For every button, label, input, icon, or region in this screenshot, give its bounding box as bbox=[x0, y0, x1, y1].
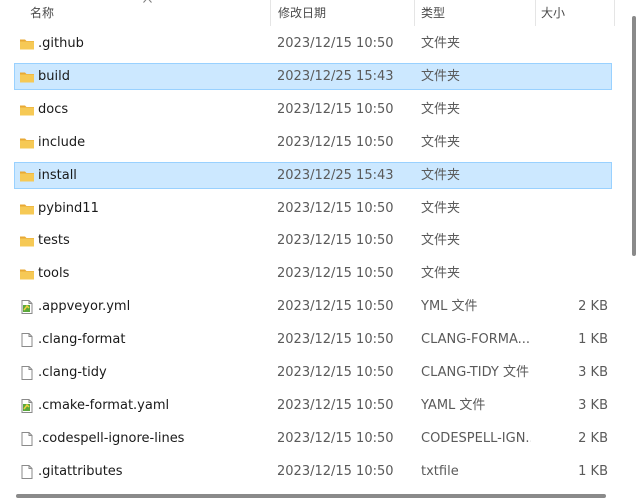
file-row-dot-github[interactable]: .github 2023/12/15 10:50 文件夹 bbox=[14, 30, 612, 57]
column-header-type[interactable]: 类型 bbox=[421, 0, 531, 26]
file-size: 3 KB bbox=[578, 397, 608, 413]
folder-icon bbox=[19, 233, 35, 249]
file-row-build[interactable]: build 2023/12/25 15:43 文件夹 bbox=[14, 62, 612, 90]
file-size: 1 KB bbox=[578, 463, 608, 479]
file-type: 文件夹 bbox=[421, 266, 461, 282]
file-name: .codespell-ignore-lines bbox=[38, 430, 185, 446]
file-size bbox=[535, 261, 608, 286]
file-size: 3 KB bbox=[578, 365, 608, 380]
folder-icon bbox=[19, 168, 35, 184]
file-size: 2 KB bbox=[578, 299, 608, 315]
column-divider[interactable] bbox=[614, 0, 615, 26]
file-type: 文件夹 bbox=[421, 36, 461, 51]
column-header-bar: 名称 修改日期 类型 大小 bbox=[0, 0, 628, 26]
file-type: 文件夹 bbox=[421, 134, 461, 150]
column-header-date[interactable]: 修改日期 bbox=[278, 0, 408, 26]
file-row-docs[interactable]: docs 2023/12/15 10:50 文件夹 bbox=[14, 96, 612, 123]
vertical-scrollbar-thumb[interactable] bbox=[632, 16, 636, 256]
file-size bbox=[535, 64, 608, 89]
column-divider[interactable] bbox=[414, 0, 415, 26]
folder-icon bbox=[19, 135, 35, 151]
file-name: install bbox=[38, 167, 77, 183]
file-modified-date: 2023/12/15 10:50 bbox=[277, 463, 394, 479]
file-type: YML 文件 bbox=[421, 299, 478, 315]
file-type: CODESPELL-IGN... bbox=[421, 430, 531, 446]
file-type: CLANG-TIDY 文件 bbox=[421, 365, 529, 380]
file-modified-date: 2023/12/15 10:50 bbox=[277, 266, 394, 282]
file-name: docs bbox=[38, 101, 69, 117]
file-icon bbox=[19, 431, 35, 447]
file-modified-date: 2023/12/15 10:50 bbox=[277, 101, 394, 117]
column-divider[interactable] bbox=[535, 0, 536, 26]
file-type: 文件夹 bbox=[421, 200, 461, 216]
file-row-tools[interactable]: tools 2023/12/15 10:50 文件夹 bbox=[14, 260, 612, 287]
file-name: .clang-format bbox=[38, 332, 126, 348]
file-name: .gitattributes bbox=[38, 463, 123, 479]
folder-icon bbox=[19, 36, 35, 52]
file-modified-date: 2023/12/25 15:43 bbox=[277, 167, 394, 183]
file-row-dot-gitattributes[interactable]: .gitattributes 2023/12/15 10:50 txtfile … bbox=[14, 458, 612, 485]
file-row-dot-clang-format[interactable]: .clang-format 2023/12/15 10:50 CLANG-FOR… bbox=[14, 326, 612, 353]
file-size bbox=[535, 97, 608, 122]
file-icon bbox=[19, 464, 35, 480]
file-modified-date: 2023/12/15 10:50 bbox=[277, 365, 394, 380]
file-size: 1 KB bbox=[578, 332, 608, 348]
file-name: tools bbox=[38, 266, 70, 282]
file-modified-date: 2023/12/15 10:50 bbox=[277, 134, 394, 150]
file-type: 文件夹 bbox=[421, 101, 461, 117]
file-row-dot-codespell-ignore-lines[interactable]: .codespell-ignore-lines 2023/12/15 10:50… bbox=[14, 425, 612, 452]
file-modified-date: 2023/12/25 15:43 bbox=[277, 68, 394, 84]
column-divider[interactable] bbox=[270, 0, 271, 26]
file-type: txtfile bbox=[421, 463, 459, 479]
file-type: YAML 文件 bbox=[421, 397, 486, 413]
folder-icon bbox=[19, 201, 35, 217]
file-name: .clang-tidy bbox=[38, 365, 107, 380]
yaml-file-icon bbox=[19, 299, 35, 315]
file-size bbox=[535, 130, 608, 155]
file-modified-date: 2023/12/15 10:50 bbox=[277, 430, 394, 446]
file-name: .appveyor.yml bbox=[38, 299, 131, 315]
file-row-dot-cmake-format.yaml[interactable]: .cmake-format.yaml 2023/12/15 10:50 YAML… bbox=[14, 392, 612, 419]
file-size bbox=[535, 31, 608, 56]
file-name: .cmake-format.yaml bbox=[38, 397, 170, 413]
vertical-scrollbar[interactable] bbox=[628, 0, 642, 489]
horizontal-scrollbar-thumb[interactable] bbox=[16, 494, 606, 498]
file-modified-date: 2023/12/15 10:50 bbox=[277, 233, 394, 249]
column-header-size[interactable]: 大小 bbox=[541, 0, 611, 26]
folder-icon bbox=[19, 102, 35, 118]
file-icon bbox=[19, 332, 35, 348]
file-name: include bbox=[38, 134, 86, 150]
file-modified-date: 2023/12/15 10:50 bbox=[277, 332, 394, 348]
file-size bbox=[535, 196, 608, 221]
file-icon bbox=[19, 365, 35, 381]
yaml-file-icon bbox=[19, 398, 35, 414]
folder-icon bbox=[19, 69, 35, 85]
file-type: 文件夹 bbox=[421, 233, 461, 249]
file-type: 文件夹 bbox=[421, 167, 461, 183]
file-size bbox=[535, 163, 608, 188]
file-type: 文件夹 bbox=[421, 68, 461, 84]
file-name: tests bbox=[38, 233, 70, 249]
file-row-dot-appveyor.yml[interactable]: .appveyor.yml 2023/12/15 10:50 YML 文件 2 … bbox=[14, 293, 612, 320]
file-name: build bbox=[38, 68, 70, 84]
file-row-include[interactable]: include 2023/12/15 10:50 文件夹 bbox=[14, 129, 612, 156]
file-type: CLANG-FORMA... bbox=[421, 332, 531, 348]
file-modified-date: 2023/12/15 10:50 bbox=[277, 397, 394, 413]
file-name: pybind11 bbox=[38, 200, 99, 216]
file-name: .github bbox=[38, 36, 84, 51]
file-row-install[interactable]: install 2023/12/25 15:43 文件夹 bbox=[14, 161, 612, 189]
file-modified-date: 2023/12/15 10:50 bbox=[277, 200, 394, 216]
horizontal-scrollbar[interactable] bbox=[0, 489, 642, 503]
file-explorer-view: 名称 修改日期 类型 大小 .github 2023/12/15 10:50 文… bbox=[0, 0, 642, 503]
file-row-dot-clang-tidy[interactable]: .clang-tidy 2023/12/15 10:50 CLANG-TIDY … bbox=[14, 359, 612, 386]
file-modified-date: 2023/12/15 10:50 bbox=[277, 299, 394, 315]
file-row-pybind11[interactable]: pybind11 2023/12/15 10:50 文件夹 bbox=[14, 195, 612, 222]
file-row-tests[interactable]: tests 2023/12/15 10:50 文件夹 bbox=[14, 227, 612, 254]
column-header-name[interactable]: 名称 bbox=[30, 0, 260, 26]
folder-icon bbox=[19, 266, 35, 282]
file-size bbox=[535, 228, 608, 253]
file-size: 2 KB bbox=[578, 430, 608, 446]
file-modified-date: 2023/12/15 10:50 bbox=[277, 36, 394, 51]
